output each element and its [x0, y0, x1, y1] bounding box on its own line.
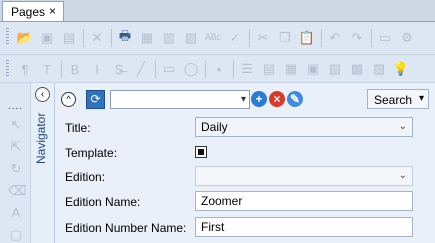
- edition-number-name-row: Edition Number Name: First: [55, 216, 435, 241]
- paragraph-icon[interactable]: ¶: [16, 60, 34, 78]
- edit-icon[interactable]: ✎: [287, 91, 303, 107]
- edition-name-row: Edition Name: Zoomer: [55, 190, 435, 215]
- toolbar-separator: [321, 29, 322, 47]
- chevron-down-icon: ⌄: [398, 121, 407, 132]
- check-icon[interactable]: ✓: [226, 29, 244, 47]
- cut-disabled-icon[interactable]: ✕: [88, 29, 106, 47]
- navigator-label[interactable]: Navigator: [34, 113, 48, 243]
- toolbar-separator: [205, 60, 206, 78]
- italic-icon[interactable]: I: [88, 60, 106, 78]
- toolbar-separator: [233, 60, 234, 78]
- toolbar-separator: [249, 29, 250, 47]
- collapse-up-icon[interactable]: ^: [61, 92, 76, 107]
- rectangle-icon[interactable]: ▭: [160, 60, 178, 78]
- scissors-icon[interactable]: ✂: [254, 29, 272, 47]
- toolbar-grip[interactable]: [6, 28, 9, 46]
- add-icon[interactable]: +: [251, 91, 267, 107]
- refresh-icon[interactable]: ⟳: [86, 90, 105, 109]
- checkbox-checked-mark: [198, 149, 204, 155]
- toolbar-separator: [83, 29, 84, 47]
- edition-number-name-input[interactable]: First: [195, 217, 413, 237]
- text-icon[interactable]: T: [38, 60, 56, 78]
- undo-icon[interactable]: ↶: [326, 29, 344, 47]
- eraser-icon[interactable]: ⌫: [8, 183, 26, 199]
- redo-icon[interactable]: ↷: [348, 29, 366, 47]
- select-icon[interactable]: ⇱: [8, 139, 24, 155]
- ellipse-icon[interactable]: ◯: [182, 60, 200, 78]
- edition-row: Edition: ⌄: [55, 165, 435, 190]
- save-all-icon[interactable]: ▤: [60, 29, 78, 47]
- edition-label: Edition:: [65, 170, 106, 184]
- bold-icon[interactable]: B: [66, 60, 84, 78]
- chevron-left-icon[interactable]: ‹: [35, 87, 50, 102]
- table-icon[interactable]: ▦: [282, 60, 300, 78]
- export-icon[interactable]: ▧: [182, 29, 200, 47]
- rotate-icon[interactable]: ↻: [8, 161, 24, 177]
- spellcheck-icon[interactable]: ᴬᴮᶜ: [204, 29, 222, 47]
- edition-name-value: Zoomer: [201, 194, 243, 208]
- toolbar-separator: [371, 29, 372, 47]
- edition-number-name-label: Edition Number Name:: [65, 221, 187, 235]
- settings-icon[interactable]: ⚙: [398, 29, 416, 47]
- picture-icon[interactable]: ▩: [348, 60, 366, 78]
- text-frame-icon[interactable]: A: [8, 205, 24, 221]
- title-select-value: Daily: [201, 120, 228, 134]
- title-row: Title: Daily ⌄: [55, 116, 435, 141]
- chevron-down-icon: ▾: [418, 93, 424, 104]
- image-icon[interactable]: ▨: [326, 60, 344, 78]
- title-select[interactable]: Daily ⌄: [195, 117, 413, 137]
- toolbar-separator: [111, 29, 112, 47]
- open-folder-icon[interactable]: 📂: [16, 29, 34, 47]
- copy-icon[interactable]: ❐: [276, 29, 294, 47]
- toolbar-separator: [155, 60, 156, 78]
- number-list-icon[interactable]: ▤: [260, 60, 278, 78]
- shape-icon[interactable]: ▢: [8, 227, 24, 243]
- search-dropdown-button[interactable]: Search ▾: [367, 89, 429, 109]
- remove-icon[interactable]: ×: [269, 91, 285, 107]
- navigator-strip: ‹ Navigator: [31, 83, 55, 243]
- search-label: Search: [374, 93, 413, 107]
- toolbar-separator: [61, 60, 62, 78]
- save-icon[interactable]: ▣: [38, 29, 56, 47]
- chevron-down-icon: ⌄: [398, 170, 407, 181]
- strikethrough-icon[interactable]: S̶: [110, 60, 128, 78]
- form-icon[interactable]: ▦: [138, 29, 156, 47]
- page-selector-combo[interactable]: ▾: [110, 90, 250, 109]
- list-icon[interactable]: ☰: [238, 60, 256, 78]
- tab-pages-label: Pages: [11, 5, 46, 19]
- edition-select[interactable]: ⌄: [195, 166, 413, 186]
- edition-name-input[interactable]: Zoomer: [195, 191, 413, 211]
- format-toolbar: ¶ T B I S̶ ╱ ▭ ◯ • ☰ ▤ ▦ ▣ ▨ ▩ ▧ 💡: [0, 55, 435, 83]
- template-label: Template:: [65, 146, 118, 160]
- template-checkbox[interactable]: [195, 146, 207, 158]
- line-icon[interactable]: ╱: [132, 60, 150, 78]
- edition-name-label: Edition Name:: [65, 195, 141, 209]
- tab-pages[interactable]: Pages ×: [2, 1, 64, 21]
- frame-icon[interactable]: ▣: [304, 60, 322, 78]
- toolbar-grip[interactable]: ....: [8, 101, 23, 112]
- pointer-icon[interactable]: ↖: [8, 117, 24, 133]
- template-row: Template:: [55, 141, 435, 166]
- edition-number-name-value: First: [201, 220, 225, 234]
- print-icon[interactable]: 🖶: [116, 28, 134, 47]
- chevron-down-icon[interactable]: ▾: [241, 91, 246, 108]
- close-icon[interactable]: ×: [49, 4, 56, 18]
- navigator-panel: ^ ⟳ ▾ + × ✎ Search ▾ Title: Daily ⌄ Temp…: [55, 83, 435, 243]
- side-toolbar: .... ↖ ⇱ ↻ ⌫ A ▢: [0, 83, 31, 243]
- document-tab-strip: Pages ×: [0, 0, 435, 22]
- panel-topbar: ^ ⟳ ▾ + × ✎ Search ▾: [55, 89, 435, 111]
- gallery-icon[interactable]: ▧: [370, 60, 388, 78]
- lightbulb-icon[interactable]: 💡: [392, 60, 410, 78]
- bullet-icon[interactable]: •: [210, 60, 228, 78]
- title-label: Title:: [65, 121, 91, 135]
- main-toolbar: 📂 ▣ ▤ ✕ 🖶 ▦ ▥ ▧ ᴬᴮᶜ ✓ ✂ ❐ 📋 ↶ ↷ ▭ ⚙: [0, 22, 435, 55]
- toolbar-grip[interactable]: [6, 60, 9, 76]
- panel-icon[interactable]: ▭: [376, 29, 394, 47]
- document-icon[interactable]: ▥: [160, 29, 178, 47]
- paste-icon[interactable]: 📋: [298, 29, 316, 47]
